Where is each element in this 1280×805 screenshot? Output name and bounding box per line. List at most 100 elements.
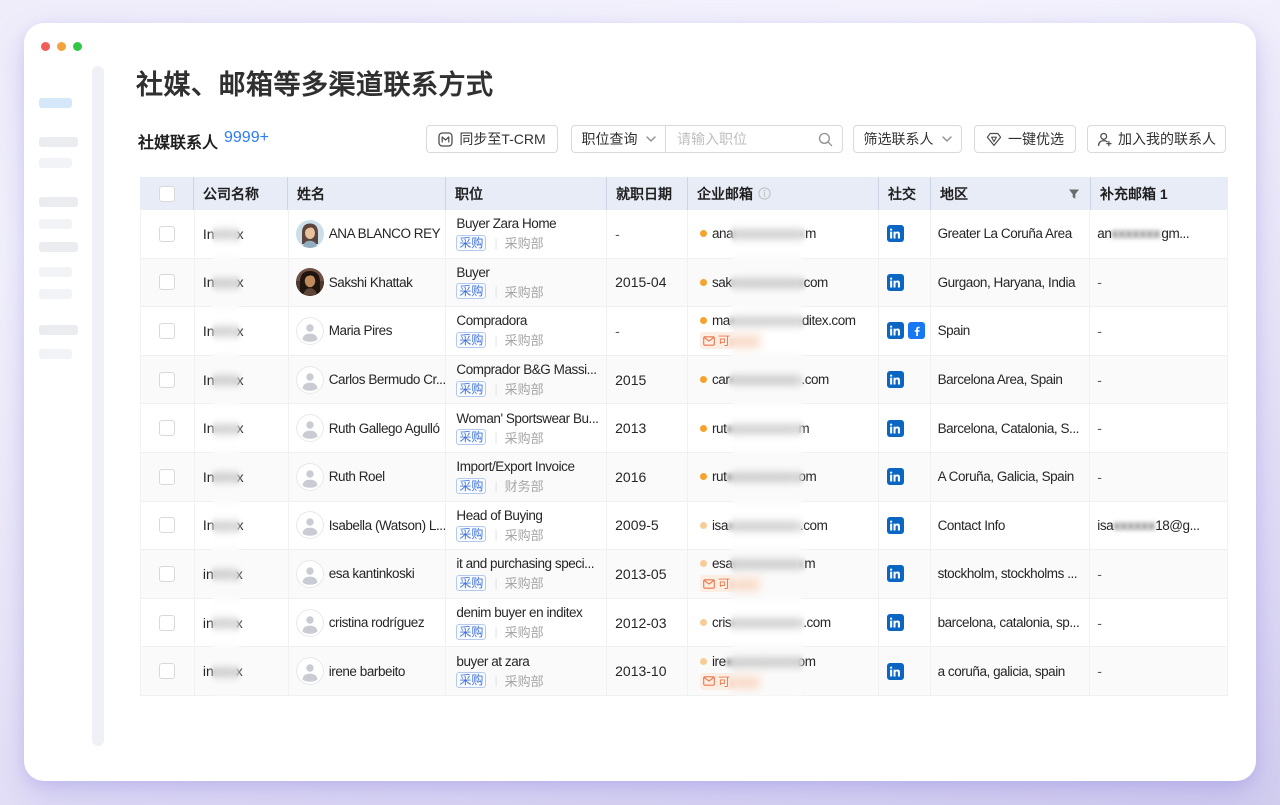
- hire-date: 2013-05: [615, 566, 666, 582]
- company-cell: Inxxxxxxxxxxxxxxxxxxxxxxxxx: [195, 210, 289, 258]
- maximize-window-dot[interactable]: [73, 42, 82, 51]
- table-row: InxxxxxxxxxxxxxxxxxxxxxxxxxMaria PiresCo…: [141, 307, 1227, 356]
- contact-name[interactable]: Isabella (Watson) L...: [329, 518, 446, 533]
- email-cell: crisxxxxxxxxxxxxxxxxxxxxxxxx.com: [688, 599, 879, 647]
- sync-to-tcrm-button[interactable]: 同步至T-CRM: [426, 125, 558, 153]
- linkedin-icon[interactable]: [887, 225, 904, 242]
- contact-name[interactable]: esa kantinkoski: [329, 566, 415, 581]
- add-to-my-contacts-button[interactable]: 加入我的联系人: [1087, 125, 1226, 153]
- position-tags: 采购|采购部: [456, 672, 543, 689]
- row-checkbox[interactable]: [159, 274, 175, 290]
- linkedin-icon[interactable]: [887, 468, 904, 485]
- position-title: buyer at zara: [456, 654, 529, 670]
- row-checkbox[interactable]: [159, 566, 175, 582]
- row-checkbox[interactable]: [159, 469, 175, 485]
- table-body: Inxxxxxxxxxxxxxxxxxxxxxxxxx ANA BLANCO RE…: [140, 210, 1228, 696]
- social-cell: [879, 599, 931, 647]
- contact-name[interactable]: cristina rodríguez: [329, 615, 424, 630]
- email-status-dot: [700, 473, 707, 480]
- email-status-dot: [700, 560, 707, 567]
- region-text: a coruña, galicia, spain: [938, 664, 1065, 679]
- email-line: esaxxxxxxxxxxxxxxxxxxxxxxxxm: [700, 555, 815, 572]
- linkedin-icon[interactable]: [887, 565, 904, 582]
- company-redacted: xxxxxxxxxxxxxxxxxxxxxxxx: [214, 565, 236, 582]
- linkedin-icon[interactable]: [887, 517, 904, 534]
- email-address[interactable]: ire: [712, 654, 726, 669]
- procurement-tag: 采购: [456, 624, 486, 640]
- email-address[interactable]: ma: [712, 313, 730, 328]
- deliverable-text: 可: [718, 575, 730, 592]
- position-title: Woman' Sportswear Bu...: [456, 411, 598, 427]
- facebook-icon[interactable]: [908, 322, 925, 339]
- info-icon[interactable]: [758, 187, 771, 200]
- row-checkbox[interactable]: [159, 663, 175, 679]
- contact-name[interactable]: Ruth Gallego Agulló: [329, 421, 440, 436]
- region-cell: stockholm, stockholms ...: [931, 550, 1091, 598]
- filter-contacts-button[interactable]: 筛选联系人: [853, 125, 962, 153]
- email-address-suffix: com: [804, 275, 828, 290]
- email-address[interactable]: isa: [712, 518, 728, 533]
- row-checkbox[interactable]: [159, 420, 175, 436]
- contact-name[interactable]: Sakshi Khattak: [329, 275, 413, 290]
- window-controls: [41, 38, 89, 48]
- row-checkbox[interactable]: [159, 372, 175, 388]
- email-address[interactable]: cris: [712, 615, 731, 630]
- company-name-suffix: x: [237, 469, 244, 485]
- region-text: barcelona, catalonia, sp...: [938, 615, 1080, 630]
- column-header-label: 补充邮箱 1: [1100, 184, 1168, 204]
- company-redacted: xxxxxxxxxxxxxxxxxxxxxxxx: [215, 468, 237, 485]
- alt-email-cell: -: [1090, 356, 1227, 404]
- position-search-input[interactable]: 请输入职位: [665, 125, 843, 153]
- position-title: Compradora: [456, 313, 527, 329]
- row-checkbox[interactable]: [159, 615, 175, 631]
- linkedin-icon[interactable]: [887, 614, 904, 631]
- table-row: InxxxxxxxxxxxxxxxxxxxxxxxxxIsabella (Wat…: [141, 502, 1227, 551]
- column-header-region: 地区: [931, 177, 1091, 210]
- app-window: 社媒、邮箱等多渠道联系方式 社媒联系人 9999+ 同步至T-CRM 职位查询 …: [24, 23, 1256, 781]
- generic-avatar: [296, 511, 324, 539]
- linkedin-icon[interactable]: [887, 663, 904, 680]
- row-checkbox[interactable]: [159, 226, 175, 242]
- column-header-label: 姓名: [297, 184, 325, 204]
- email-redacted: xxxxxxxxxxxxxxxxxxxxxxxx: [726, 653, 798, 670]
- company-redacted: xxxxxxxxxxxxxxxxxxxxxxxx: [215, 420, 237, 437]
- contact-name[interactable]: Maria Pires: [329, 323, 392, 338]
- filter-icon[interactable]: [1068, 188, 1080, 200]
- region-cell: Spain: [931, 307, 1091, 355]
- email-line: maxxxxxxxxxxxxxxxxxxxxxxxxditex.com: [700, 312, 856, 329]
- contact-name[interactable]: irene barbeito: [329, 664, 405, 679]
- linkedin-icon[interactable]: [887, 371, 904, 388]
- company-cell: inxxxxxxxxxxxxxxxxxxxxxxxxx: [195, 599, 289, 647]
- region-cell: Greater La Coruña Area: [931, 210, 1091, 258]
- department-label: 采购部: [505, 428, 544, 447]
- row-checkbox-cell: [141, 647, 195, 695]
- linkedin-icon[interactable]: [887, 420, 904, 437]
- deliverable-badge: 可xxxxxxxxxxxxxxxxxxxxxxxx: [700, 673, 762, 690]
- contact-name[interactable]: Carlos Bermudo Cr...: [329, 372, 446, 387]
- contact-name[interactable]: ANA BLANCO REY: [329, 226, 441, 241]
- row-checkbox[interactable]: [159, 323, 175, 339]
- email-address[interactable]: rut: [712, 469, 726, 484]
- minimize-window-dot[interactable]: [57, 42, 66, 51]
- email-address[interactable]: sak: [712, 275, 732, 290]
- table-row: InxxxxxxxxxxxxxxxxxxxxxxxxxRuth RoelImpo…: [141, 453, 1227, 502]
- social-icons: [887, 565, 904, 582]
- linkedin-icon[interactable]: [887, 274, 904, 291]
- name-cell: esa kantinkoski: [289, 550, 447, 598]
- company-name-suffix: x: [237, 420, 244, 436]
- social-icons: [887, 322, 925, 339]
- email-address[interactable]: ana: [712, 226, 733, 241]
- one-click-optimize-button[interactable]: 一键优选: [974, 125, 1076, 153]
- contacts-count[interactable]: 9999+: [224, 129, 269, 147]
- company-cell: inxxxxxxxxxxxxxxxxxxxxxxxxx: [195, 550, 289, 598]
- email-address[interactable]: rut: [712, 421, 726, 436]
- close-window-dot[interactable]: [41, 42, 50, 51]
- contact-name[interactable]: Ruth Roel: [329, 469, 385, 484]
- position-query-select[interactable]: 职位查询: [571, 125, 666, 153]
- linkedin-icon[interactable]: [887, 322, 904, 339]
- row-checkbox[interactable]: [159, 517, 175, 533]
- select-all-checkbox[interactable]: [159, 186, 175, 202]
- email-address[interactable]: esa: [712, 556, 732, 571]
- region-text: Spain: [938, 323, 970, 338]
- email-address[interactable]: car: [712, 372, 729, 387]
